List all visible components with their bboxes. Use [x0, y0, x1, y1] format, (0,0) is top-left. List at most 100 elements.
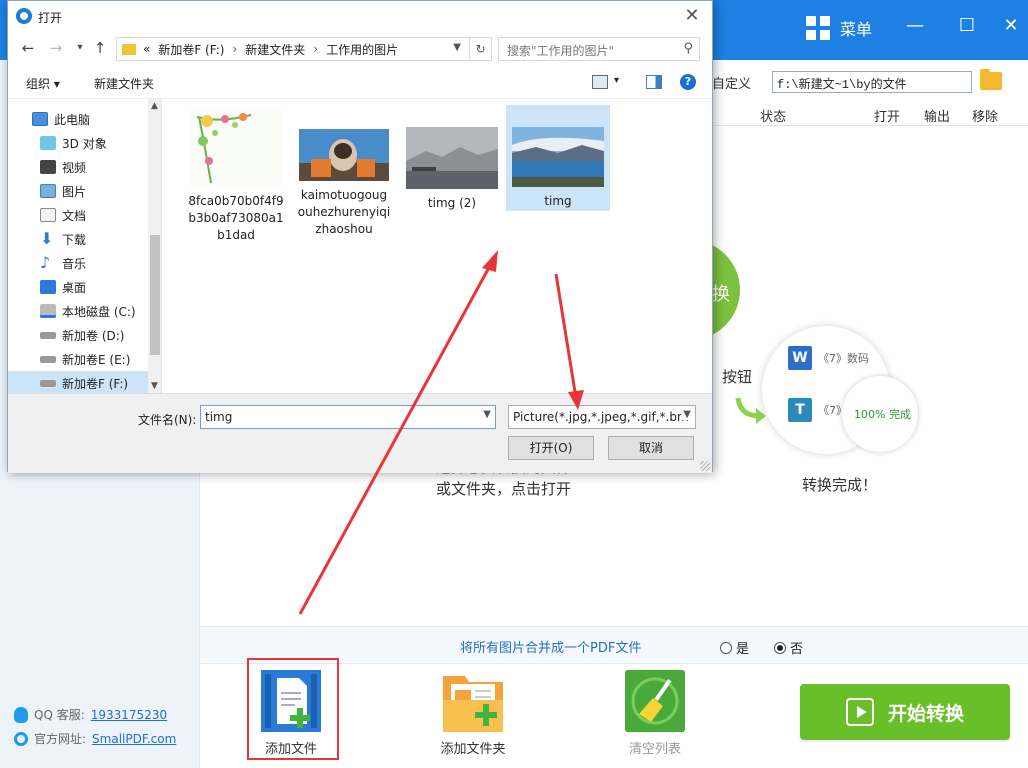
dialog-bottom-panel: 文件名(N): timg ▼ Picture(*.jpg,*.jpeg,*.gi…	[8, 393, 712, 473]
dialog-title: 打开	[38, 11, 63, 25]
filename-value: timg	[205, 410, 233, 424]
nav-item-3d-objects[interactable]: 3D 对象	[8, 131, 148, 155]
refresh-icon[interactable]: ↻	[469, 38, 491, 60]
up-arrow-icon[interactable]: ↑	[90, 38, 110, 58]
dialog-close-icon[interactable]: ✕	[680, 5, 704, 26]
filename-input[interactable]: timg ▼	[200, 405, 496, 429]
filename-label: 文件名(N):	[138, 413, 197, 427]
nav-item-desktop[interactable]: 桌面	[8, 275, 148, 299]
file-item[interactable]: kaimotuogoug ouhezhurenyiqi zhaoshou	[292, 129, 396, 238]
hint-button-text: 按钮	[722, 368, 753, 386]
merge-no-label: 否	[790, 642, 804, 657]
open-file-dialog: 打开 ✕ ← → ▾ ↑ « 新加卷F (F:) › 新建文件夹 › 工作用的图…	[7, 0, 713, 473]
nav-label: 此电脑	[54, 112, 91, 127]
merge-yes-radio[interactable]: 是	[720, 638, 749, 657]
file-name: kaimotuogoug ouhezhurenyiqi zhaoshou	[297, 188, 391, 236]
scroll-up-icon[interactable]: ▲	[151, 101, 158, 111]
dialog-nav-row: ← → ▾ ↑ « 新加卷F (F:) › 新建文件夹 › 工作用的图片 ▼ ↻…	[8, 33, 712, 63]
view-icon[interactable]	[592, 75, 608, 89]
col-open: 打开	[874, 110, 901, 125]
file-thumbnail	[512, 127, 604, 187]
radio-no-circle	[774, 641, 786, 654]
nav-item-documents[interactable]: 文档	[8, 203, 148, 227]
start-convert-label: 开始转换	[887, 702, 964, 725]
nav-item-drive-f[interactable]: 新加卷F (F:)	[8, 371, 148, 393]
hint-convert-text: 换	[712, 284, 730, 305]
file-type-select[interactable]: Picture(*.jpg,*.jpeg,*.gif,*.bm ▼	[508, 405, 696, 429]
scroll-down-icon[interactable]: ▼	[151, 381, 158, 391]
open-button[interactable]: 打开(O)	[508, 436, 594, 460]
browse-folder-icon[interactable]	[980, 69, 1002, 90]
file-item-selected[interactable]: timg	[506, 105, 610, 211]
organize-button[interactable]: 组织 ▾	[26, 75, 60, 92]
breadcrumb-overflow[interactable]: «	[143, 42, 150, 56]
help-icon[interactable]: ?	[680, 74, 696, 90]
menu-button[interactable]: 菜单	[806, 16, 872, 40]
nav-item-drive-d[interactable]: 新加卷 (D:)	[8, 323, 148, 347]
broom-icon	[625, 670, 685, 732]
maximize-button[interactable]: ☐	[952, 14, 982, 38]
minimize-button[interactable]: —	[900, 14, 930, 38]
preview-pane-icon[interactable]	[646, 75, 662, 89]
nav-label: 新加卷 (D:)	[62, 328, 125, 343]
qq-link[interactable]: 1933175230	[91, 708, 167, 722]
clear-list-label: 清空列表	[628, 742, 681, 757]
back-arrow-icon[interactable]: ←	[18, 38, 38, 58]
breadcrumb-work-pictures[interactable]: 工作用的图片	[326, 41, 398, 58]
breadcrumb-new-folder[interactable]: 新建文件夹	[245, 41, 305, 58]
nav-label: 本地磁盘 (C:)	[62, 304, 136, 319]
breadcrumb-drive-f[interactable]: 新加卷F (F:)	[158, 41, 224, 58]
file-list: 8fca0b70b0f4f9 b3b0af73080a1 b1dad kaimo…	[164, 99, 712, 393]
view-dropdown-icon[interactable]: ▾	[614, 75, 619, 86]
nav-item-download[interactable]: ⬇ 下载	[8, 227, 148, 251]
clear-list-button[interactable]: 清空列表	[600, 670, 710, 757]
result-row-word: W 《7》数码	[788, 346, 869, 370]
nav-item-pictures[interactable]: 图片	[8, 179, 148, 203]
drive-icon	[40, 356, 56, 363]
qq-icon	[14, 706, 28, 723]
col-remove: 移除	[972, 110, 999, 125]
address-bar[interactable]: « 新加卷F (F:) › 新建文件夹 › 工作用的图片 ▼ ↻	[116, 37, 492, 61]
nav-item-drive-e[interactable]: 新加卷E (E:)	[8, 347, 148, 371]
output-path-row: 自定义 f:\新建文~1\by的文件	[700, 68, 1028, 98]
nav-label: 视频	[62, 160, 87, 175]
nav-scrollbar[interactable]: ▲ ▼	[148, 99, 161, 393]
close-app-button[interactable]: ✕	[996, 14, 1026, 38]
nav-label: 文档	[62, 208, 87, 223]
file-name: timg (2)	[427, 196, 477, 210]
file-name: timg	[544, 194, 572, 208]
output-path-input[interactable]: f:\新建文~1\by的文件	[772, 71, 972, 93]
nav-item-drive-c[interactable]: 本地磁盘 (C:)	[8, 299, 148, 323]
address-dropdown-icon[interactable]: ▼	[453, 42, 461, 53]
dialog-titlebar: 打开 ✕	[8, 1, 712, 31]
new-folder-button[interactable]: 新建文件夹	[94, 75, 154, 92]
add-folder-label: 添加文件夹	[440, 742, 506, 757]
filename-dropdown-icon[interactable]: ▼	[483, 409, 491, 420]
file-item[interactable]: 8fca0b70b0f4f9 b3b0af73080a1 b1dad	[184, 107, 288, 244]
file-thumbnail	[299, 129, 389, 181]
folder-icon	[122, 43, 136, 55]
cancel-button[interactable]: 取消	[608, 436, 694, 460]
search-input[interactable]: 搜索"工作用的图片" ⚲	[498, 37, 700, 61]
progress-text: 100% 完成	[854, 408, 911, 421]
forward-arrow-icon[interactable]: →	[46, 38, 66, 58]
scroll-thumb[interactable]	[150, 235, 160, 355]
breadcrumb-sep-icon: ›	[232, 42, 238, 56]
browser-icon	[14, 731, 28, 746]
merge-no-radio[interactable]: 否	[774, 638, 803, 657]
file-item[interactable]: timg (2)	[400, 127, 504, 212]
start-convert-button[interactable]: 开始转换	[800, 684, 1010, 740]
nav-item-video[interactable]: 视频	[8, 155, 148, 179]
add-folder-button[interactable]: 添加文件夹	[418, 670, 528, 757]
file-name: 8fca0b70b0f4f9 b3b0af73080a1 b1dad	[188, 194, 284, 242]
recent-dropdown-icon[interactable]: ▾	[70, 38, 90, 58]
nav-item-music[interactable]: ♪ 音乐	[8, 251, 148, 275]
pc-icon	[32, 112, 48, 126]
site-link[interactable]: SmallPDF.com	[92, 732, 176, 746]
file-thumbnail	[191, 107, 281, 187]
resize-grip-icon[interactable]	[700, 461, 710, 471]
bottom-toolbar: 添加文件 添加文件夹 清空列表 开始转换	[200, 658, 1028, 768]
nav-item-this-pc[interactable]: 此电脑	[8, 107, 148, 131]
file-type-dropdown-icon[interactable]: ▼	[681, 409, 691, 420]
nav-label: 音乐	[62, 256, 87, 271]
